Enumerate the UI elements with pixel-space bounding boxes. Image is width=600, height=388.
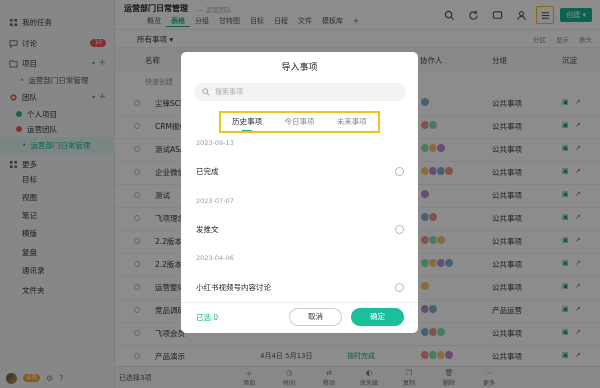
- dialog-title: 导入事项: [281, 63, 318, 73]
- cancel-button[interactable]: 取消: [289, 308, 342, 326]
- select-radio[interactable]: [395, 283, 404, 292]
- date-header: 2023-09-13: [196, 139, 234, 147]
- select-radio[interactable]: [395, 167, 404, 176]
- confirm-button[interactable]: 确定: [351, 308, 404, 326]
- date-header: 2023-04-06: [196, 254, 234, 262]
- selected-count: 已选 0: [196, 313, 219, 322]
- app-window: 我的任务 讨论 10 项目 ▾ + • 运营部门日常管理 团队 ▾ + 个人项目: [0, 0, 600, 388]
- tab-future[interactable]: 未来事项: [337, 115, 367, 129]
- list-item[interactable]: 小红书视频号内容讨论: [196, 282, 271, 293]
- import-items-dialog: 导入事项 搜索事项 历史事项 今日事项 未来事项 2023-09-13 已完成 …: [181, 52, 418, 333]
- list-item[interactable]: 发推文: [196, 224, 219, 235]
- select-radio[interactable]: [395, 225, 404, 234]
- tab-today[interactable]: 今日事项: [284, 115, 314, 129]
- list-item[interactable]: 已完成: [196, 166, 219, 177]
- search-placeholder: 搜索事项: [215, 88, 243, 96]
- date-header: 2023-07-07: [196, 197, 234, 205]
- tab-history[interactable]: 历史事项: [232, 115, 262, 131]
- dialog-footer: 已选 0 取消 确定: [181, 302, 418, 333]
- search-icon: [202, 88, 210, 96]
- item-tabs: 历史事项 今日事项 未来事项: [219, 111, 380, 133]
- search-input[interactable]: 搜索事项: [194, 83, 406, 101]
